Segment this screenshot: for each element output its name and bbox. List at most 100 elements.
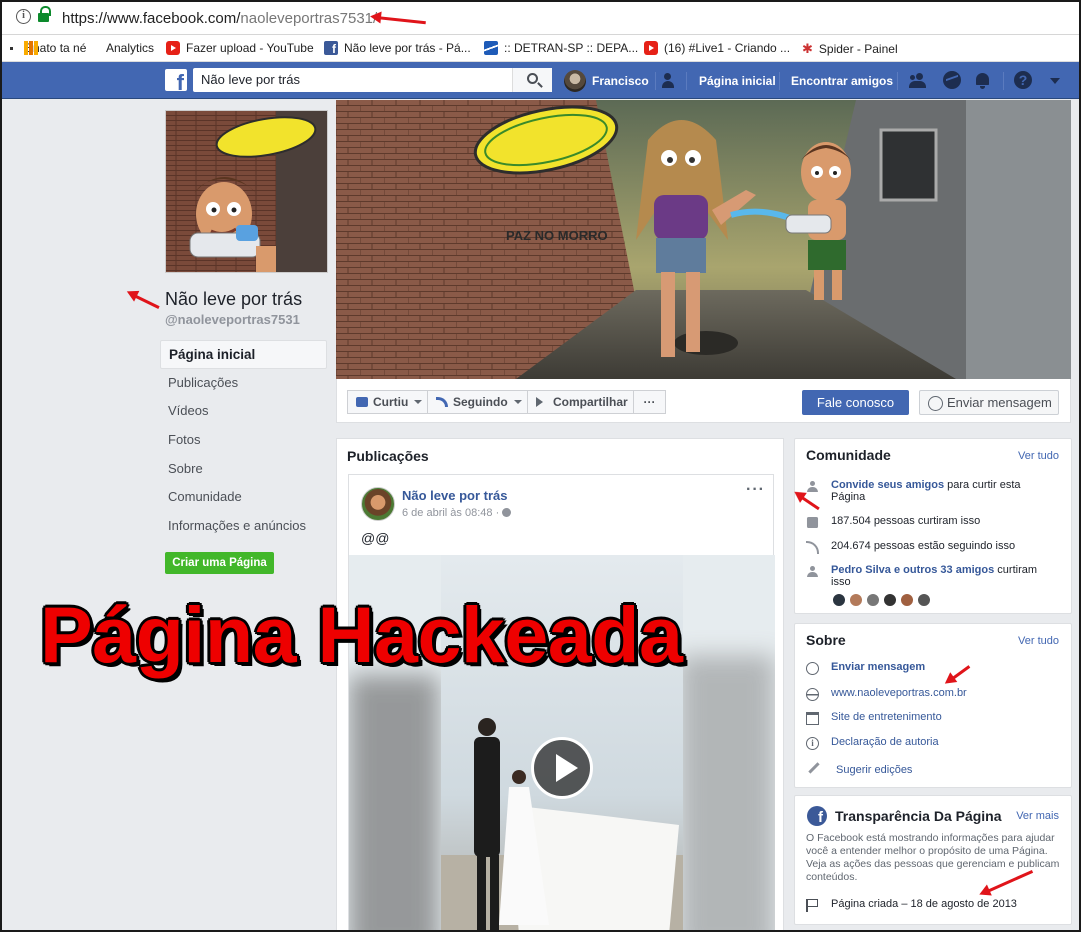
- friend-avatar[interactable]: [883, 593, 897, 607]
- profile-link[interactable]: Francisco: [564, 70, 649, 92]
- bookmark-youtube-upload[interactable]: Fazer upload - YouTube: [166, 41, 314, 55]
- search-button[interactable]: [512, 68, 552, 92]
- bookmark-label: Analytics: [106, 41, 155, 55]
- friends-like-row: Pedro Silva e outros 33 amigos curtiram …: [806, 564, 1056, 588]
- left-nav-home[interactable]: Página inicial: [160, 340, 327, 369]
- left-nav-posts[interactable]: Publicações: [160, 369, 327, 398]
- chevron-down-icon: [414, 400, 423, 404]
- url-text[interactable]: https://www.facebook.com/naoleveportras7…: [62, 10, 377, 27]
- bookmark-label: :: DETRAN-SP :: DEPA...: [504, 41, 639, 55]
- community-heading: Comunidade: [806, 447, 891, 463]
- friend-avatar[interactable]: [900, 593, 914, 607]
- youtube-icon: [166, 41, 180, 55]
- community-see-all-link[interactable]: Ver tudo: [1018, 450, 1059, 462]
- more-button[interactable]: ···: [633, 390, 666, 414]
- spider-icon: ✱: [802, 41, 813, 56]
- post-author-avatar[interactable]: [361, 487, 395, 521]
- svg-text:PAZ NO MORRO: PAZ NO MORRO: [506, 228, 608, 243]
- nav-divider: [1003, 72, 1004, 90]
- people-icon: [806, 565, 819, 578]
- page-handle[interactable]: @naoleveportras7531: [165, 312, 300, 327]
- invite-friends-link[interactable]: Convide seus amigos: [831, 479, 944, 491]
- flag-icon: [806, 899, 819, 912]
- rss-icon: [806, 541, 819, 554]
- friends-like-link[interactable]: Pedro Silva e outros 33 amigos: [831, 564, 994, 576]
- cover-cartoon-image: PAZ NO MORRO: [336, 100, 1071, 379]
- nav-home-link[interactable]: Página inicial: [699, 74, 776, 88]
- authorship-link[interactable]: Declaração de autoria: [831, 736, 939, 748]
- screenshot-frame: i https://www.facebook.com/naoleveportra…: [0, 0, 1081, 932]
- follows-count: 204.674 pessoas estão seguindo isso: [831, 540, 1016, 552]
- address-bar[interactable]: i https://www.facebook.com/naoleveportra…: [2, 2, 1079, 35]
- play-button[interactable]: [531, 737, 593, 799]
- help-icon[interactable]: ?: [1014, 71, 1032, 89]
- search-input[interactable]: Não leve por trás: [193, 68, 552, 92]
- liked-button[interactable]: Curtiu: [347, 390, 432, 414]
- send-message-button[interactable]: Enviar mensagem: [919, 390, 1059, 415]
- about-card: Sobre Ver tudo Enviar mensagem www.naole…: [794, 623, 1072, 788]
- youtube-icon: [644, 41, 658, 55]
- friend-avatar[interactable]: [866, 593, 880, 607]
- bookmark-analytics[interactable]: Analytics: [106, 41, 154, 55]
- send-message-label: Enviar mensagem: [947, 395, 1052, 410]
- bookmark-analytics-icon-wrap: [24, 41, 44, 55]
- bookmark-detran[interactable]: :: DETRAN-SP :: DEPA...: [484, 41, 638, 55]
- nav-divider: [779, 72, 780, 90]
- nav-divider: [897, 72, 898, 90]
- people-icon: [806, 480, 819, 493]
- post-text: @@: [361, 530, 390, 546]
- notifications-icon[interactable]: [973, 71, 993, 91]
- info-icon[interactable]: i: [16, 9, 31, 24]
- facebook-logo-icon[interactable]: f: [165, 69, 187, 91]
- cover-photo[interactable]: PAZ NO MORRO: [336, 100, 1071, 379]
- about-see-all-link[interactable]: Ver tudo: [1018, 635, 1059, 647]
- like-icon: [356, 397, 368, 407]
- page-profile-picture[interactable]: [165, 110, 328, 273]
- about-category-row: Site de entretenimento: [806, 711, 942, 725]
- about-send-message-link[interactable]: Enviar mensagem: [831, 661, 925, 673]
- friend-avatar[interactable]: [849, 593, 863, 607]
- friends-icon[interactable]: [907, 71, 927, 91]
- bookmark-spider[interactable]: ✱ Spider - Painel: [802, 41, 898, 57]
- friend-avatar[interactable]: [917, 593, 931, 607]
- friend-avatar[interactable]: [832, 593, 846, 607]
- search-icon: [527, 73, 538, 84]
- bookmark-label: Fazer upload - YouTube: [186, 41, 314, 55]
- post-author[interactable]: Não leve por trás: [402, 488, 508, 503]
- bookmark-youtube-live[interactable]: (16) #Live1 - Criando ...: [644, 41, 790, 55]
- left-nav-about[interactable]: Sobre: [160, 455, 327, 484]
- suggest-edits-link[interactable]: Sugerir edições: [836, 764, 912, 776]
- left-nav-community[interactable]: Comunidade: [160, 483, 327, 512]
- share-label: Compartilhar: [553, 395, 628, 409]
- page-title: Não leve por trás: [165, 289, 303, 309]
- create-page-button[interactable]: Criar uma Página: [165, 552, 274, 574]
- category-icon: [806, 712, 819, 725]
- post-menu-button[interactable]: ···: [746, 481, 765, 499]
- contact-button[interactable]: Fale conosco: [802, 390, 909, 415]
- left-nav-photos[interactable]: Fotos: [160, 426, 327, 455]
- chevron-down-icon[interactable]: [1050, 78, 1060, 84]
- following-label: Seguindo: [453, 395, 508, 409]
- share-button[interactable]: Compartilhar: [527, 390, 637, 414]
- category-link[interactable]: Site de entretenimento: [831, 711, 942, 723]
- bookmark-facebook-page[interactable]: f Não leve por trás - Pá...: [324, 41, 471, 56]
- nav-divider: [655, 72, 656, 90]
- website-link[interactable]: www.naoleveportras.com.br: [831, 687, 967, 699]
- friend-requests-icon[interactable]: [662, 71, 682, 91]
- about-heading: Sobre: [806, 632, 846, 648]
- left-nav-videos[interactable]: Vídeos: [160, 397, 327, 426]
- like-icon: [806, 516, 819, 529]
- post-date[interactable]: 6 de abril às 08:48 ·: [402, 507, 512, 519]
- globe-icon: [806, 688, 819, 701]
- messenger-icon[interactable]: [943, 71, 961, 89]
- lock-icon: [38, 6, 51, 24]
- likes-count: 187.504 pessoas curtiram isso: [831, 515, 981, 527]
- following-button[interactable]: Seguindo: [427, 390, 531, 414]
- left-nav-info-ads[interactable]: Informações e anúncios: [160, 512, 327, 541]
- transparency-see-more-link[interactable]: Ver mais: [1016, 810, 1059, 822]
- bookmark-enato[interactable]: Enato ta né: [10, 41, 86, 55]
- user-name: Francisco: [592, 74, 649, 88]
- chevron-down-icon: [513, 400, 522, 404]
- nav-find-friends-link[interactable]: Encontrar amigos: [791, 74, 893, 88]
- annotation-arrow-name: [131, 293, 160, 309]
